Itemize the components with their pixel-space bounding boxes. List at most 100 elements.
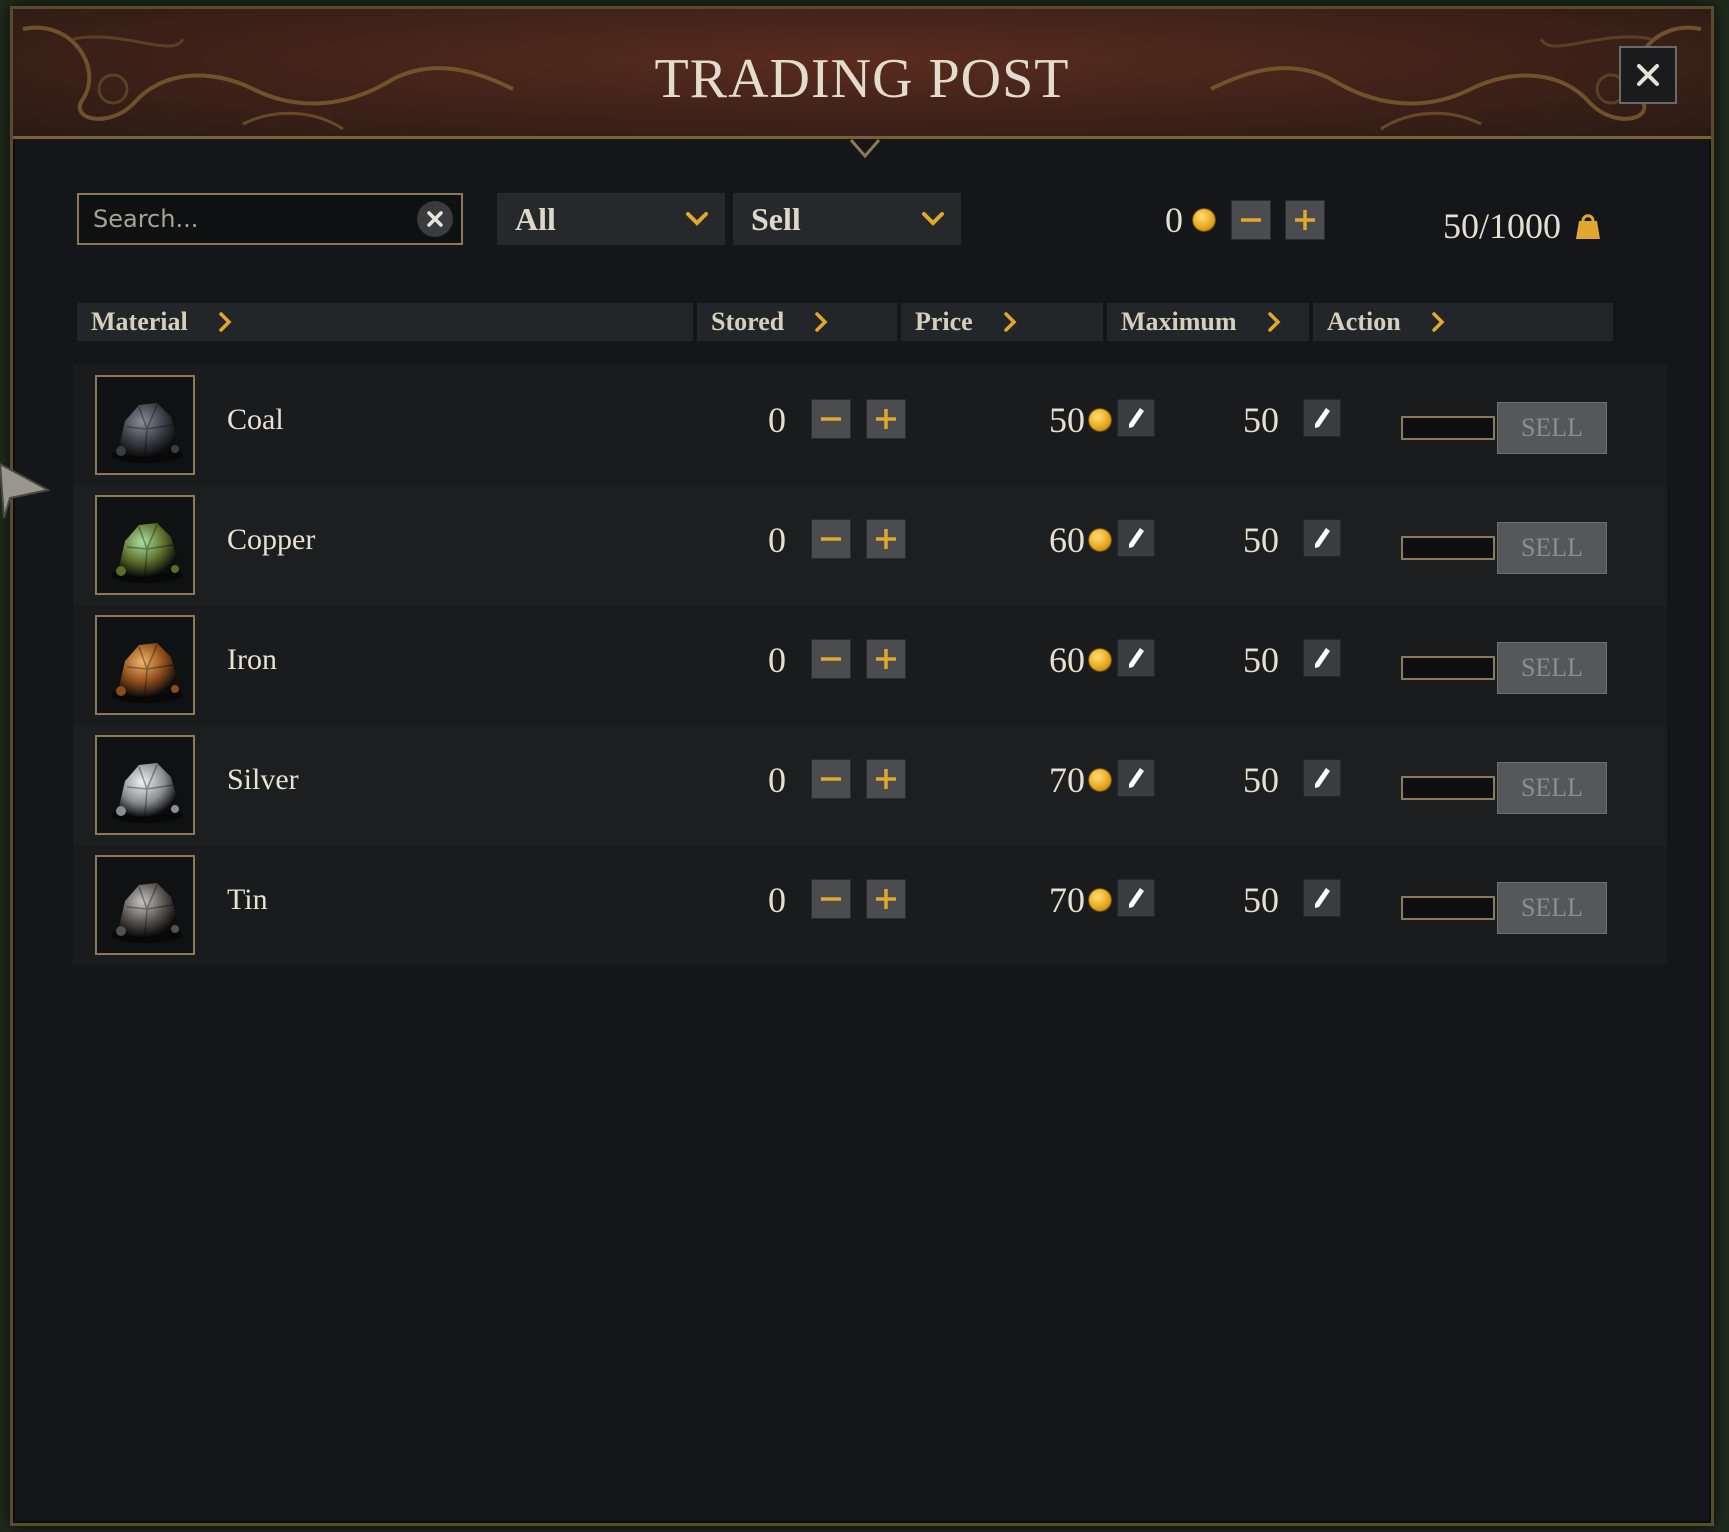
material-thumbnail — [95, 855, 195, 955]
price-value: 60 — [1049, 520, 1085, 560]
gold-coin-icon — [1193, 209, 1215, 231]
stored-increase-button[interactable] — [866, 879, 906, 919]
trade-mode-dropdown[interactable]: Sell — [733, 193, 961, 245]
capacity-value: 50/1000 — [1443, 206, 1562, 246]
stored-decrease-button[interactable] — [811, 519, 851, 559]
pencil-icon — [1315, 648, 1330, 668]
pencil-icon — [1129, 528, 1144, 548]
sell-quantity-bar[interactable] — [1401, 656, 1495, 680]
chevron-right-icon — [1431, 312, 1445, 332]
gold-amount: 0 — [1165, 200, 1183, 240]
minus-icon — [1241, 218, 1261, 222]
minus-icon — [821, 417, 841, 421]
stored-increase-button[interactable] — [866, 759, 906, 799]
edit-maximum-button[interactable] — [1303, 759, 1341, 797]
gold-coin-icon — [1089, 889, 1111, 911]
pencil-icon — [1129, 888, 1144, 908]
pencil-icon — [1315, 768, 1330, 788]
sell-button[interactable]: SELL — [1497, 882, 1607, 934]
stored-decrease-button[interactable] — [811, 879, 851, 919]
arrow-pointer-icon — [0, 462, 50, 519]
clear-search-button[interactable] — [417, 201, 453, 237]
category-filter-dropdown[interactable]: All — [497, 193, 725, 245]
chevron-right-icon — [218, 312, 232, 332]
silver-ore-icon — [97, 737, 193, 833]
stored-decrease-button[interactable] — [811, 759, 851, 799]
edit-maximum-button[interactable] — [1303, 519, 1341, 557]
column-header-material[interactable]: Material — [77, 303, 693, 341]
minus-icon — [821, 777, 841, 781]
iron-ore-icon — [97, 617, 193, 713]
search-input[interactable] — [79, 195, 417, 243]
gold-coin-icon — [1089, 649, 1111, 671]
minus-icon — [821, 537, 841, 541]
edit-price-button[interactable] — [1117, 759, 1155, 797]
table-row-tin: Tin 0 70 50 SELL — [73, 845, 1667, 965]
table-row-coal: Coal 0 50 50 SELL — [73, 365, 1667, 485]
column-header-label: Price — [915, 307, 973, 336]
maximum-value: 50 — [1243, 760, 1279, 800]
edit-price-button[interactable] — [1117, 639, 1155, 677]
sell-quantity-bar[interactable] — [1401, 776, 1495, 800]
price-value: 50 — [1049, 400, 1085, 440]
material-name: Tin — [227, 883, 268, 916]
close-icon — [1637, 64, 1659, 86]
sell-button[interactable]: SELL — [1497, 522, 1607, 574]
gold-coin-icon — [1089, 769, 1111, 791]
plus-icon — [1295, 210, 1315, 230]
material-thumbnail — [95, 495, 195, 595]
sell-quantity-bar[interactable] — [1401, 896, 1495, 920]
close-icon — [427, 211, 443, 227]
category-filter-value: All — [515, 200, 556, 237]
minus-icon — [821, 657, 841, 661]
table-row-silver: Silver 0 70 50 SELL — [73, 725, 1667, 845]
maximum-value: 50 — [1243, 640, 1279, 680]
edit-maximum-button[interactable] — [1303, 399, 1341, 437]
plus-icon — [876, 649, 896, 669]
column-header-action[interactable]: Action — [1313, 303, 1613, 341]
maximum-value: 50 — [1243, 400, 1279, 440]
tin-ore-icon — [97, 857, 193, 953]
price-value: 60 — [1049, 640, 1085, 680]
table-row-iron: Iron 0 60 50 SELL — [73, 605, 1667, 725]
sell-quantity-bar[interactable] — [1401, 536, 1495, 560]
plus-icon — [876, 529, 896, 549]
sell-quantity-bar[interactable] — [1401, 416, 1495, 440]
stored-decrease-button[interactable] — [811, 399, 851, 439]
gold-coin-icon — [1089, 409, 1111, 431]
edit-maximum-button[interactable] — [1303, 639, 1341, 677]
edit-maximum-button[interactable] — [1303, 879, 1341, 917]
stored-value: 0 — [768, 400, 786, 440]
stored-increase-button[interactable] — [866, 519, 906, 559]
stored-value: 0 — [768, 880, 786, 920]
column-header-label: Action — [1327, 307, 1401, 336]
column-header-label: Material — [91, 307, 188, 336]
close-button[interactable] — [1619, 46, 1677, 104]
gold-coin-icon — [1089, 529, 1111, 551]
sell-button[interactable]: SELL — [1497, 402, 1607, 454]
column-header-maximum[interactable]: Maximum — [1107, 303, 1309, 341]
chevron-right-icon — [1003, 312, 1017, 332]
gold-decrease-button[interactable] — [1231, 200, 1271, 240]
stored-value: 0 — [768, 520, 786, 560]
edit-price-button[interactable] — [1117, 519, 1155, 557]
stored-decrease-button[interactable] — [811, 639, 851, 679]
stored-increase-button[interactable] — [866, 639, 906, 679]
plus-icon — [876, 889, 896, 909]
edit-price-button[interactable] — [1117, 879, 1155, 917]
column-header-stored[interactable]: Stored — [697, 303, 897, 341]
plus-icon — [876, 769, 896, 789]
sell-button[interactable]: SELL — [1497, 762, 1607, 814]
coal-ore-icon — [97, 377, 193, 473]
sell-button[interactable]: SELL — [1497, 642, 1607, 694]
column-header-price[interactable]: Price — [901, 303, 1103, 341]
maximum-value: 50 — [1243, 880, 1279, 920]
chevron-down-icon — [686, 212, 708, 226]
gold-increase-button[interactable] — [1285, 200, 1325, 240]
material-name: Coal — [227, 403, 284, 436]
edit-price-button[interactable] — [1117, 399, 1155, 437]
stored-increase-button[interactable] — [866, 399, 906, 439]
material-thumbnail — [95, 615, 195, 715]
pencil-icon — [1315, 888, 1330, 908]
pencil-icon — [1129, 408, 1144, 428]
